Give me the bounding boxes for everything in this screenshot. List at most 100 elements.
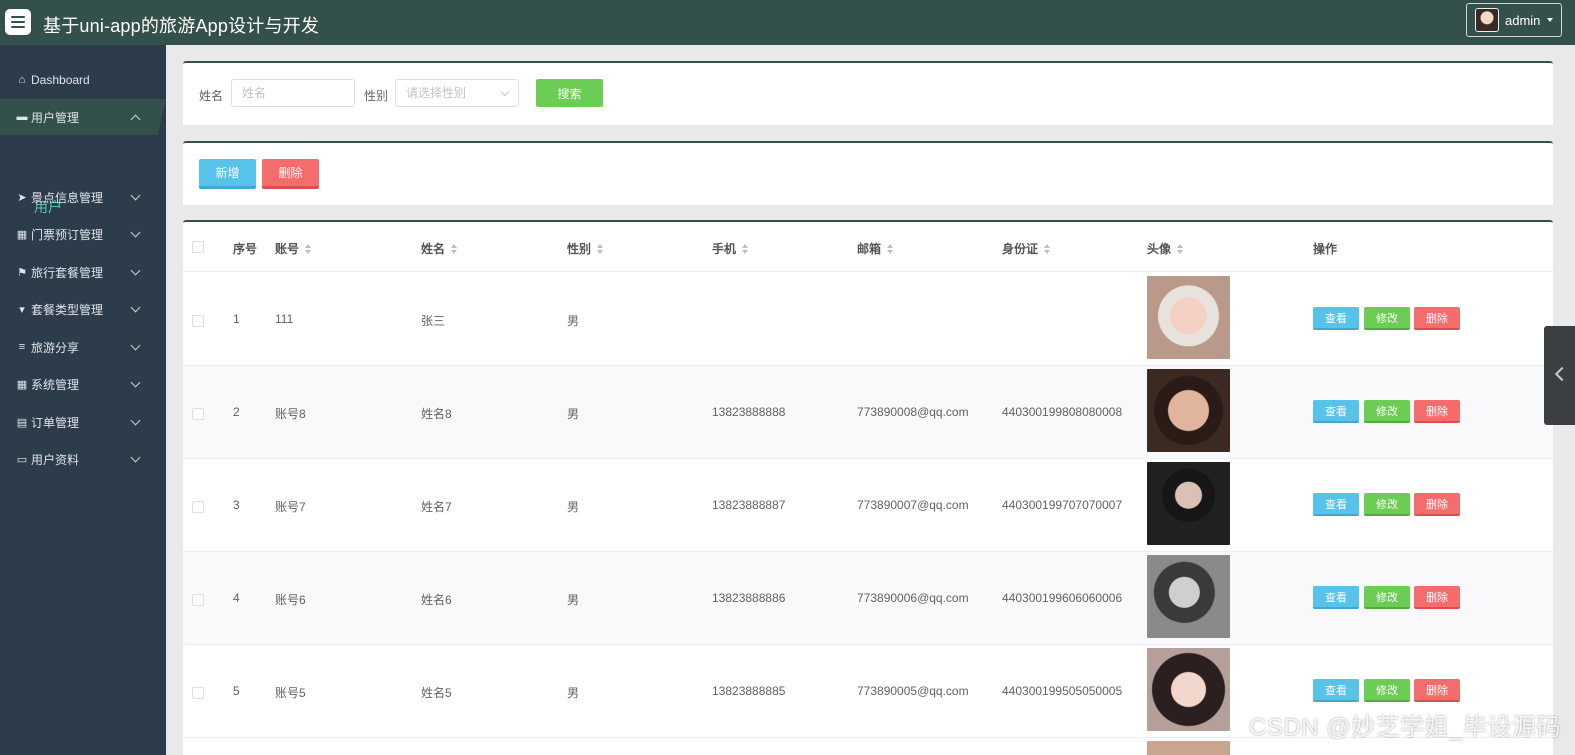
cell-phone: 13823888888 — [712, 405, 786, 419]
select-all-checkbox[interactable] — [192, 241, 204, 253]
view-button[interactable]: 查看 — [1313, 679, 1359, 702]
sort-icon[interactable] — [887, 243, 894, 254]
edit-button[interactable]: 修改 — [1364, 493, 1410, 516]
cell-email: 773890005@qq.com — [857, 684, 969, 698]
delete-row-button[interactable]: 删除 — [1414, 493, 1460, 516]
view-button[interactable]: 查看 — [1313, 493, 1359, 516]
user-name: admin — [1505, 12, 1541, 28]
cell-phone: 13823888885 — [712, 684, 786, 698]
cell-name: 姓名6 — [421, 593, 452, 607]
column-header-id-card[interactable]: 身份证 — [1002, 240, 1051, 257]
delete-row-button[interactable]: 删除 — [1414, 307, 1460, 330]
cell-phone: 13823888887 — [712, 498, 786, 512]
sort-icon[interactable] — [305, 243, 312, 254]
column-header-gender[interactable]: 性别 — [567, 240, 604, 257]
column-header-label: 手机 — [712, 242, 737, 256]
sidebar-item-label: 旅行套餐管理 — [31, 265, 104, 280]
name-search-input[interactable]: 姓名 — [231, 79, 355, 107]
sort-icon[interactable] — [597, 243, 604, 254]
gender-select[interactable]: 请选择性别 — [395, 79, 519, 107]
row-checkbox[interactable] — [192, 315, 204, 327]
app-title: 基于uni-app的旅游App设计与开发 — [43, 16, 320, 36]
table-row: 4 账号6 姓名6 男 13823888886 773890006@qq.com… — [183, 552, 1553, 645]
grid-icon: ▦ — [16, 228, 28, 241]
search-button[interactable]: 搜索 — [536, 79, 603, 107]
sidebar-item-dashboard[interactable]: ⌂ Dashboard — [0, 62, 166, 98]
cell-account: 账号6 — [275, 593, 306, 607]
delete-button[interactable]: 删除 — [262, 159, 319, 189]
chevron-down-icon — [130, 452, 141, 463]
delete-row-button[interactable]: 删除 — [1414, 679, 1460, 702]
chevron-down-icon — [130, 265, 141, 276]
column-header-label: 头像 — [1147, 242, 1172, 256]
cell-email: 773890008@qq.com — [857, 405, 969, 419]
cell-id-card: 440300199606060006 — [1002, 591, 1123, 605]
edit-button[interactable]: 修改 — [1364, 586, 1410, 609]
row-checkbox[interactable] — [192, 408, 204, 420]
avatar-photo — [1147, 276, 1230, 359]
column-header-account[interactable]: 账号 — [275, 240, 312, 257]
sidebar-item-tickets[interactable]: ▦ 门票预订管理 — [0, 216, 166, 252]
cell-email: 773890006@qq.com — [857, 591, 969, 605]
chevron-down-icon — [130, 302, 141, 313]
sort-icon[interactable] — [1177, 243, 1184, 254]
sidebar-item-packages[interactable]: ⚑ 旅行套餐管理 — [0, 254, 166, 290]
sidebar-item-label: 套餐类型管理 — [31, 302, 104, 317]
sidebar-item-package-types[interactable]: ▾ 套餐类型管理 — [0, 291, 166, 327]
edit-button[interactable]: 修改 — [1364, 679, 1410, 702]
edit-button[interactable]: 修改 — [1364, 400, 1410, 423]
sidebar-item-user-management[interactable]: ▬ 用户管理 — [0, 99, 166, 135]
cell-index: 2 — [233, 405, 240, 419]
cell-gender: 男 — [567, 500, 580, 514]
delete-row-button[interactable]: 删除 — [1414, 586, 1460, 609]
cell-index: 4 — [233, 591, 240, 605]
column-header-name[interactable]: 姓名 — [421, 240, 458, 257]
gender-label: 性别 — [364, 89, 389, 103]
tag-icon: ▾ — [19, 303, 25, 316]
sidebar-item-profile[interactable]: ▭ 用户资料 — [0, 441, 166, 477]
column-header-phone[interactable]: 手机 — [712, 240, 749, 257]
sidebar-item-label: 门票预订管理 — [31, 227, 104, 242]
menu-toggle-icon[interactable] — [5, 9, 31, 35]
sidebar-item-system[interactable]: ▦ 系统管理 — [0, 366, 166, 402]
name-label: 姓名 — [199, 89, 224, 103]
cell-index: 1 — [233, 312, 240, 326]
home-icon: ⌂ — [18, 74, 26, 86]
chevron-down-icon — [130, 340, 141, 351]
sort-icon[interactable] — [742, 243, 749, 254]
view-button[interactable]: 查看 — [1313, 400, 1359, 423]
watermark: CSDN @妙芝学姐_毕设源码 — [1249, 714, 1561, 741]
sort-icon[interactable] — [1044, 243, 1051, 254]
clipboard-icon: ▤ — [16, 416, 28, 429]
row-checkbox[interactable] — [192, 687, 204, 699]
sort-icon[interactable] — [451, 243, 458, 254]
column-header-label: 性别 — [567, 242, 592, 256]
briefcase-icon: ▬ — [16, 111, 28, 123]
column-header-label: 身份证 — [1002, 242, 1039, 256]
table-row: 1 111 张三 男 查看 修改 删除 — [183, 273, 1553, 366]
sidebar-item-orders[interactable]: ▤ 订单管理 — [0, 404, 166, 440]
row-checkbox[interactable] — [192, 594, 204, 606]
sidebar-item-attractions[interactable]: ➤ 景点信息管理 — [0, 179, 166, 215]
sidebar-item-label: Dashboard — [31, 73, 90, 87]
column-header-label: 邮箱 — [857, 242, 882, 256]
column-header-email[interactable]: 邮箱 — [857, 240, 894, 257]
table-row: 3 账号7 姓名7 男 13823888887 773890007@qq.com… — [183, 459, 1553, 552]
row-checkbox[interactable] — [192, 501, 204, 513]
column-header-avatar[interactable]: 头像 — [1147, 240, 1184, 257]
sidebar-item-travel-share[interactable]: ≡ 旅游分享 — [0, 329, 166, 365]
paper-plane-icon: ➤ — [17, 191, 27, 204]
collapse-panel-tab[interactable] — [1544, 326, 1575, 425]
view-button[interactable]: 查看 — [1313, 586, 1359, 609]
chevron-down-icon — [130, 190, 141, 201]
edit-button[interactable]: 修改 — [1364, 307, 1410, 330]
user-menu[interactable]: admin — [1466, 3, 1562, 37]
delete-row-button[interactable]: 删除 — [1414, 400, 1460, 423]
add-button[interactable]: 新增 — [199, 159, 256, 189]
avatar-photo — [1147, 555, 1230, 638]
cell-id-card: 440300199808080008 — [1002, 405, 1123, 419]
sidebar-item-label: 用户资料 — [31, 452, 80, 467]
view-button[interactable]: 查看 — [1313, 307, 1359, 330]
cell-id-card: 440300199707070007 — [1002, 498, 1123, 512]
sidebar-item-label: 旅游分享 — [31, 340, 80, 355]
